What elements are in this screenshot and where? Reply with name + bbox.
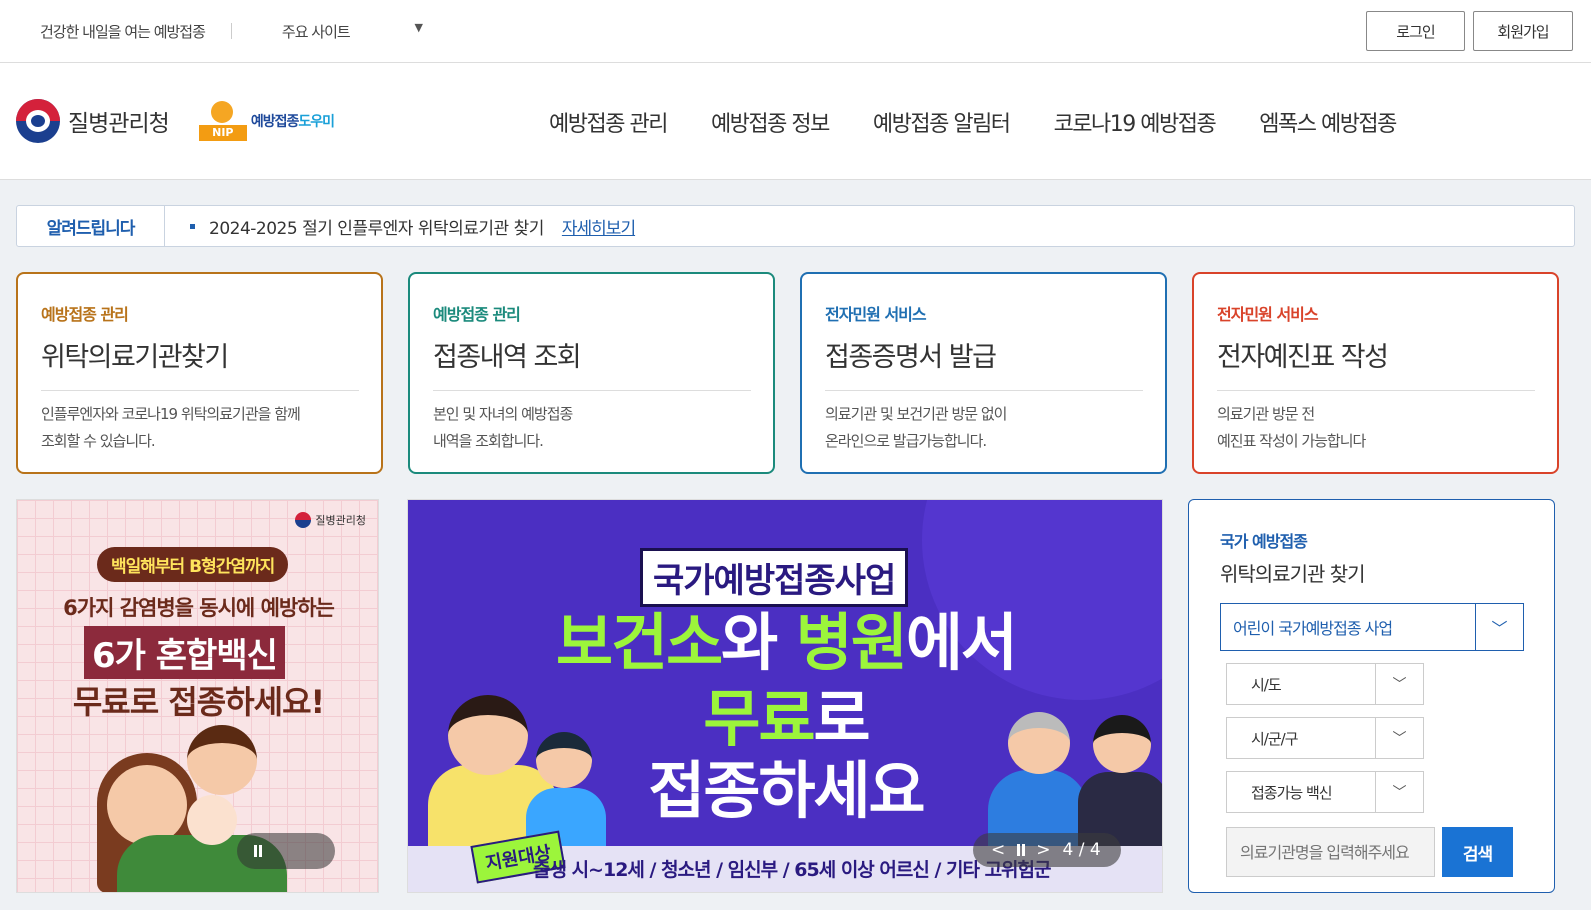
nav-covid19-vaccination[interactable]: 코로나19 예방접종 xyxy=(1054,106,1217,138)
sido-select-value: 시/도 xyxy=(1251,675,1282,694)
card-category: 예방접종 관리 xyxy=(433,305,521,324)
nip-name-accent: 도우미 xyxy=(298,114,335,130)
clinic-name-input[interactable] xyxy=(1226,827,1435,877)
person-illustration xyxy=(448,695,528,775)
nav-vaccination-management[interactable]: 예방접종 관리 xyxy=(549,106,668,138)
card-desc: 인플루엔자와 코로나19 위탁의료기관을 함께 조회할 수 있습니다. xyxy=(41,405,301,450)
chevron-left-icon[interactable]: < xyxy=(991,840,1005,860)
chevron-down-icon[interactable]: ﹀ xyxy=(1375,664,1423,704)
kdca-emblem-icon xyxy=(295,512,312,528)
slider-control[interactable] xyxy=(237,833,335,869)
notice-text[interactable]: 2024-2025 절기 인플루엔자 위탁의료기관 찾기 xyxy=(209,214,544,239)
banner-headline: 6가 혼합백신 xyxy=(84,626,285,679)
search-button[interactable]: 검색 xyxy=(1442,827,1513,877)
main-header: 질병관리청 NIP 예방접종도우미 예방접종 관리 예방접종 정보 예방접종 알… xyxy=(0,63,1591,180)
vaccine-select-value: 접종가능 백신 xyxy=(1251,783,1333,802)
sido-select[interactable]: 시/도 ﹀ xyxy=(1226,663,1424,705)
login-button[interactable]: 로그인 xyxy=(1366,11,1465,51)
bullet-icon xyxy=(190,223,195,229)
card-category: 전자민원 서비스 xyxy=(1217,305,1319,324)
card-vaccination-history[interactable]: 예방접종 관리 접종내역 조회 본인 및 자녀의 예방접종 내역을 조회합니다. xyxy=(408,272,775,474)
kdca-emblem-icon xyxy=(16,99,60,143)
search-title: 위탁의료기관 찾기 xyxy=(1220,562,1366,586)
main-sites-label: 주요 사이트 xyxy=(281,22,351,41)
main-sites-dropdown[interactable]: 주요 사이트 ▼ xyxy=(281,20,423,42)
nav-vaccination-notices[interactable]: 예방접종 알림터 xyxy=(873,106,1011,138)
notice-more-link[interactable]: 자세히보기 xyxy=(562,214,636,239)
card-category: 예방접종 관리 xyxy=(41,305,129,324)
program-select-value: 어린이 국가예방접종 사업 xyxy=(1233,619,1393,638)
card-title: 접종증명서 발급 xyxy=(825,335,1143,391)
nip-name-part: 예방접종 xyxy=(250,114,300,130)
program-select[interactable]: 어린이 국가예방접종 사업 ﹀ xyxy=(1220,603,1524,651)
banner-line: 무료로 접종하세요! xyxy=(72,683,325,721)
org-name: 질병관리청 xyxy=(68,111,170,137)
top-utility-bar: 건강한 내일을 여는 예방접종 주요 사이트 ▼ 로그인 회원가입 xyxy=(0,0,1591,63)
quick-service-cards: 예방접종 관리 위탁의료기관찾기 인플루엔자와 코로나19 위탁의료기관을 함께… xyxy=(16,272,1575,474)
card-title: 접종내역 조회 xyxy=(433,335,751,391)
pause-icon[interactable] xyxy=(254,845,257,857)
sigungu-select-value: 시/군/구 xyxy=(1251,729,1299,748)
main-content: 알려드립니다 2024-2025 절기 인플루엔자 위탁의료기관 찾기 자세히보… xyxy=(0,180,1591,910)
search-subtitle: 국가 예방접종 xyxy=(1220,532,1308,551)
card-find-clinic[interactable]: 예방접종 관리 위탁의료기관찾기 인플루엔자와 코로나19 위탁의료기관을 함께… xyxy=(16,272,383,474)
clinic-search-panel: 국가 예방접종 위탁의료기관 찾기 어린이 국가예방접종 사업 ﹀ 시/도 ﹀ … xyxy=(1188,499,1555,893)
sigungu-select[interactable]: 시/군/구 ﹀ xyxy=(1226,717,1424,759)
nav-mpox-vaccination[interactable]: 엠폭스 예방접종 xyxy=(1259,106,1397,138)
card-desc: 본인 및 자녀의 예방접종 내역을 조회합니다. xyxy=(433,405,573,450)
target-text: 출생 시~12세 / 청소년 / 임신부 / 65세 이상 어르신 / 기타 고… xyxy=(533,859,1051,881)
banner-org-logo: 질병관리청 xyxy=(295,512,366,528)
auth-buttons: 로그인 회원가입 xyxy=(1366,11,1573,51)
search-row: 검색 xyxy=(1226,827,1524,877)
signup-button[interactable]: 회원가입 xyxy=(1473,11,1573,51)
card-certificate[interactable]: 전자민원 서비스 접종증명서 발급 의료기관 및 보건기관 방문 없이 온라인으… xyxy=(800,272,1167,474)
kdca-logo-link[interactable]: 질병관리청 xyxy=(16,99,170,143)
banner-org-name: 질병관리청 xyxy=(315,514,366,527)
nip-site-name: 예방접종도우미 xyxy=(250,111,335,131)
card-desc: 의료기관 방문 전 예진표 작성이 가능합니다 xyxy=(1217,405,1366,450)
banner-area: 질병관리청 백일해부터 B형간염까지 6가지 감염병을 동시에 예방하는 6가 … xyxy=(16,499,1575,893)
chevron-right-icon[interactable]: > xyxy=(1036,840,1050,860)
caret-down-icon: ▼ xyxy=(414,20,423,34)
chevron-down-icon[interactable]: ﹀ xyxy=(1375,772,1423,812)
nav-vaccination-info[interactable]: 예방접종 정보 xyxy=(711,106,830,138)
chevron-down-icon[interactable]: ﹀ xyxy=(1475,604,1523,650)
notice-bar: 알려드립니다 2024-2025 절기 인플루엔자 위탁의료기관 찾기 자세히보… xyxy=(16,205,1575,247)
hexavalent-vaccine-banner[interactable]: 질병관리청 백일해부터 B형간염까지 6가지 감염병을 동시에 예방하는 6가 … xyxy=(16,499,379,893)
card-e-questionnaire[interactable]: 전자민원 서비스 전자예진표 작성 의료기관 방문 전 예진표 작성이 가능합니… xyxy=(1192,272,1559,474)
notice-label: 알려드립니다 xyxy=(17,206,165,246)
slide-counter: 4 / 4 xyxy=(1062,840,1101,860)
person-illustration xyxy=(1093,715,1151,773)
chevron-down-icon[interactable]: ﹀ xyxy=(1375,718,1423,758)
pause-icon[interactable] xyxy=(1017,844,1021,856)
nip-sun-icon: NIP xyxy=(198,101,247,141)
card-category: 전자민원 서비스 xyxy=(825,305,927,324)
slider-control: < > 4 / 4 xyxy=(973,833,1121,867)
person-illustration xyxy=(1008,712,1070,774)
card-title: 위탁의료기관찾기 xyxy=(41,335,359,391)
divider xyxy=(230,23,232,39)
site-slogan: 건강한 내일을 여는 예방접종 xyxy=(40,22,206,41)
person-illustration xyxy=(536,732,592,788)
national-vaccination-banner[interactable]: 국가예방접종사업 보건소와 병원에서 무료로 접종하세요 지원대상 출생 시~1… xyxy=(407,499,1163,893)
banner-line: 6가지 감염병을 동시에 예방하는 xyxy=(63,596,335,620)
card-desc: 의료기관 및 보건기관 방문 없이 온라인으로 발급가능합니다. xyxy=(825,405,1007,450)
global-nav: 예방접종 관리 예방접종 정보 예방접종 알림터 코로나19 예방접종 엠폭스 … xyxy=(549,63,1397,180)
vaccine-select[interactable]: 접종가능 백신 ﹀ xyxy=(1226,771,1424,813)
banner-pill: 백일해부터 B형간염까지 xyxy=(97,547,289,582)
nip-logo-link[interactable]: NIP 예방접종도우미 xyxy=(198,101,335,141)
nip-badge: NIP xyxy=(198,125,247,141)
card-title: 전자예진표 작성 xyxy=(1217,335,1535,391)
